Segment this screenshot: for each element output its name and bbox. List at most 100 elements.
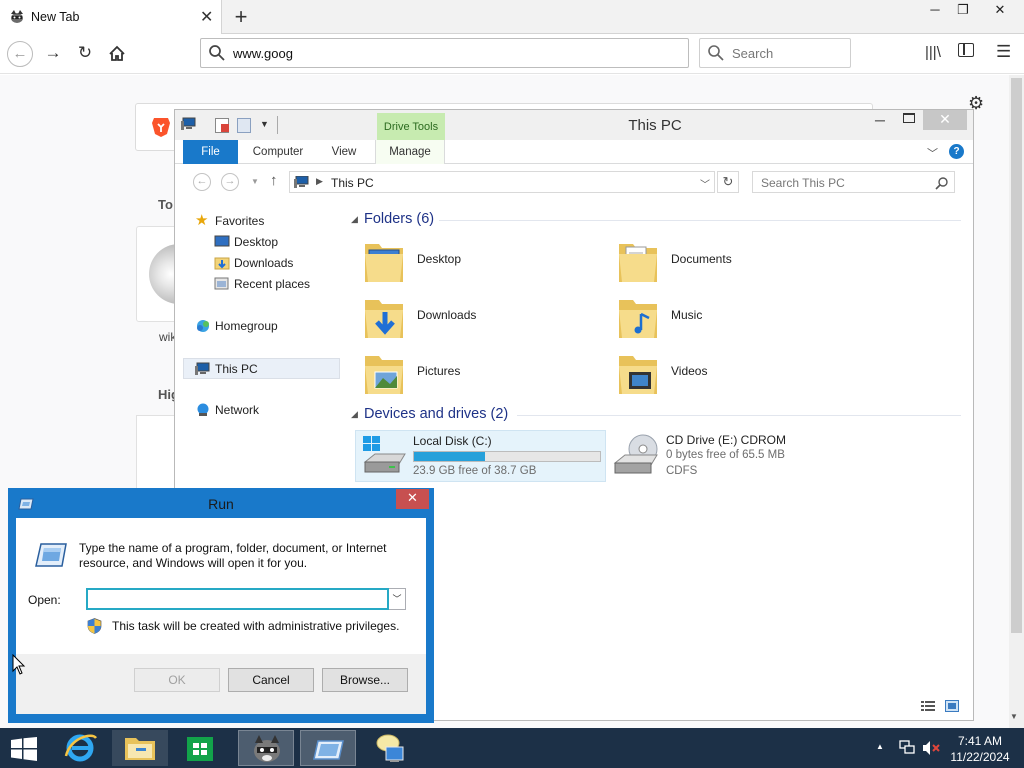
nav-downloads[interactable]: Downloads	[175, 253, 340, 274]
folder-documents[interactable]: Documents	[617, 236, 847, 286]
brave-icon	[152, 118, 170, 137]
details-view-icon[interactable]	[921, 700, 935, 712]
file-explorer-icon	[125, 738, 155, 760]
browser-search-box[interactable]: Search	[699, 38, 851, 68]
explorer-maximize-button[interactable]	[903, 113, 915, 123]
tab-close-icon[interactable]: ✕	[200, 7, 213, 27]
firefox-raccoon-icon	[11, 10, 23, 23]
downloads-folder-icon	[214, 257, 230, 270]
new-folder-icon[interactable]	[237, 118, 251, 133]
drive-e-free-space: 0 bytes free of 65.5 MB	[666, 449, 785, 461]
desktop-icon	[214, 235, 230, 247]
forward-button[interactable]: →	[41, 42, 65, 66]
scrollbar-thumb[interactable]	[1011, 78, 1022, 633]
address-dropdown-icon[interactable]: ﹀	[700, 176, 710, 191]
taskbar-internet-explorer[interactable]	[52, 730, 108, 766]
toolbar-separator	[277, 116, 278, 134]
tab-manage[interactable]: Manage	[375, 140, 445, 164]
recent-locations-dropdown-icon[interactable]: ▼	[251, 177, 259, 186]
taskbar-store[interactable]	[172, 730, 228, 766]
menu-icon[interactable]: ☰	[996, 42, 1011, 62]
run-dialog-body: Type the name of a program, folder, docu…	[16, 518, 426, 714]
breadcrumb-separator-icon[interactable]: ▶	[316, 176, 323, 187]
new-tab-button[interactable]: +	[231, 4, 251, 30]
drive-cd-e[interactable]: CD Drive (E:) CDROM 0 bytes free of 65.5…	[613, 430, 853, 482]
folder-desktop[interactable]: Desktop	[363, 236, 593, 286]
devices-group-header[interactable]: Devices and drives (2)	[364, 406, 508, 422]
url-bar[interactable]: www.goog	[200, 38, 689, 68]
breadcrumb-this-pc[interactable]: This PC	[331, 176, 374, 190]
network-tray-icon[interactable]	[899, 740, 915, 755]
nav-this-pc[interactable]: This PC	[183, 358, 340, 379]
admin-privileges-note: This task will be created with administr…	[112, 619, 400, 633]
properties-icon[interactable]	[215, 118, 229, 133]
taskbar-firefox[interactable]	[238, 730, 294, 766]
explorer-title-bar[interactable]: ▼ Drive Tools This PC ─ ✕	[175, 110, 973, 140]
explorer-forward-button[interactable]: →	[221, 173, 239, 191]
nav-recent-places[interactable]: Recent places	[175, 274, 340, 295]
ok-button[interactable]: OK	[134, 668, 220, 692]
folder-downloads[interactable]: Downloads	[363, 292, 593, 342]
up-one-level-button[interactable]: ↑	[270, 172, 278, 189]
refresh-button[interactable]: ↻	[717, 171, 739, 193]
library-icon[interactable]: |||\	[925, 44, 941, 61]
sidebar-icon[interactable]	[958, 43, 974, 57]
show-hidden-icons-chevron-icon[interactable]: ▲	[876, 742, 884, 751]
nav-desktop[interactable]: Desktop	[175, 232, 340, 253]
folders-group-header[interactable]: Folders (6)	[364, 211, 434, 227]
tab-file[interactable]: File	[183, 140, 238, 164]
cancel-button[interactable]: Cancel	[228, 668, 314, 692]
windows-logo-icon[interactable]	[10, 737, 38, 761]
tab-computer[interactable]: Computer	[243, 140, 313, 164]
expand-ribbon-chevron-icon[interactable]: ﹀	[927, 145, 938, 161]
group-divider	[517, 415, 961, 416]
folder-music[interactable]: Music	[617, 292, 847, 342]
nav-homegroup[interactable]: Homegroup	[175, 316, 340, 337]
run-title-bar[interactable]: Run ✕	[8, 488, 434, 518]
explorer-back-button[interactable]: ←	[193, 173, 211, 191]
browse-button[interactable]: Browse...	[322, 668, 408, 692]
browser-tab-new-tab[interactable]: New Tab ✕	[0, 0, 222, 34]
taskbar-run[interactable]	[300, 730, 356, 766]
folder-videos[interactable]: Videos	[617, 348, 847, 398]
browser-close-button[interactable]: ✕	[976, 0, 1024, 22]
run-close-button[interactable]: ✕	[396, 489, 429, 509]
nav-network[interactable]: Network	[175, 400, 340, 421]
back-button[interactable]: ←	[7, 41, 33, 67]
this-pc-icon	[181, 117, 196, 130]
home-button[interactable]	[105, 42, 129, 66]
collapse-devices-icon[interactable]: ◢	[351, 409, 358, 420]
help-icon[interactable]: ?	[949, 144, 964, 159]
address-bar[interactable]: ▶ This PC ﹀	[289, 171, 715, 193]
folder-pictures[interactable]: Pictures	[363, 348, 593, 398]
drive-local-disk-c[interactable]: Local Disk (C:) 23.9 GB free of 38.7 GB	[355, 430, 606, 482]
search-placeholder: Search	[732, 46, 774, 61]
drive-icon	[363, 436, 406, 473]
open-combobox[interactable]: ﹀	[86, 588, 406, 610]
tab-view[interactable]: View	[323, 140, 365, 164]
open-input[interactable]	[86, 588, 389, 610]
group-divider	[439, 220, 961, 221]
clock-time[interactable]: 7:41 AM	[946, 734, 1014, 748]
collapse-folders-icon[interactable]: ◢	[351, 214, 358, 225]
search-icon	[935, 177, 948, 190]
open-dropdown-icon[interactable]: ﹀	[389, 588, 406, 610]
customize-toolbar-dropdown-icon[interactable]: ▼	[260, 119, 269, 129]
drive-c-name: Local Disk (C:)	[413, 434, 492, 448]
clock-date[interactable]: 11/22/2024	[946, 750, 1014, 764]
store-icon	[187, 737, 213, 761]
desktop-folder-icon	[365, 244, 403, 282]
explorer-search-box[interactable]: Search This PC	[752, 171, 955, 193]
reload-button[interactable]: ↻	[73, 42, 97, 66]
large-icons-view-icon[interactable]	[945, 700, 959, 712]
taskbar-remote-assistance[interactable]	[362, 730, 418, 766]
explorer-minimize-button[interactable]: ─	[875, 112, 885, 128]
this-pc-icon	[294, 176, 309, 188]
recent-places-icon	[214, 277, 229, 290]
explorer-close-button[interactable]: ✕	[923, 110, 967, 130]
nav-favorites[interactable]: ★ Favorites	[175, 211, 340, 232]
taskbar-file-explorer[interactable]	[112, 730, 168, 766]
search-icon	[708, 45, 724, 61]
volume-muted-icon[interactable]	[922, 740, 940, 756]
scroll-down-arrow-icon[interactable]: ▼	[1010, 712, 1018, 721]
